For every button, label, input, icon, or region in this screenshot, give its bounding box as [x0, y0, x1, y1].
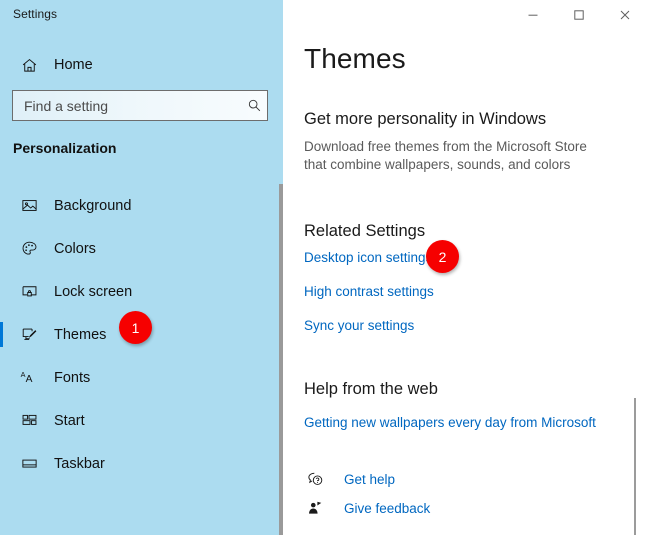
- minimize-icon[interactable]: [510, 0, 556, 30]
- sidebar-category-title: Personalization: [13, 140, 117, 156]
- selection-indicator: [0, 451, 3, 476]
- sidebar-item-colors-label: Colors: [54, 240, 96, 257]
- callout-badge-1: 1: [119, 311, 152, 344]
- search-icon[interactable]: [241, 98, 267, 113]
- selection-indicator: [0, 193, 3, 218]
- related-settings-heading: Related Settings: [304, 222, 426, 240]
- svg-text:A: A: [25, 374, 32, 385]
- sidebar-item-taskbar-label: Taskbar: [54, 455, 105, 472]
- page-title: Themes: [304, 43, 406, 74]
- main-content: Themes Get more personality in Windows D…: [283, 0, 648, 535]
- selection-indicator: [0, 408, 3, 433]
- desktop-icon-settings-link[interactable]: Desktop icon settings: [304, 250, 432, 265]
- getting-new-wallpapers-link[interactable]: Getting new wallpapers every day from Mi…: [304, 415, 596, 430]
- app-title: Settings: [13, 7, 58, 21]
- taskbar-icon: [16, 455, 42, 472]
- picture-icon: [16, 197, 42, 214]
- sidebar: Settings Home Personalization: [0, 0, 279, 535]
- personality-heading: Get more personality in Windows: [304, 110, 547, 128]
- get-help-link[interactable]: Get help: [344, 472, 395, 487]
- search-input[interactable]: [24, 97, 241, 114]
- selection-indicator: [0, 365, 3, 390]
- sidebar-item-fonts-label: Fonts: [54, 369, 91, 386]
- give-feedback-link[interactable]: Give feedback: [344, 501, 430, 516]
- callout-badge-2: 2: [426, 240, 459, 273]
- themes-brush-icon: [16, 326, 42, 343]
- settings-window: Settings Home Personalization: [0, 0, 648, 535]
- sidebar-item-taskbar[interactable]: Taskbar: [0, 442, 279, 485]
- search-box[interactable]: [12, 90, 268, 121]
- window-controls: [510, 0, 648, 30]
- close-icon[interactable]: [602, 0, 648, 30]
- content-scrollbar[interactable]: [634, 398, 636, 535]
- feedback-person-icon: [304, 500, 326, 516]
- maximize-icon[interactable]: [556, 0, 602, 30]
- home-icon: [16, 57, 42, 74]
- selection-indicator: [0, 279, 3, 304]
- fonts-aa-icon: A A: [16, 369, 42, 386]
- sidebar-item-start-label: Start: [54, 412, 85, 429]
- sidebar-item-home[interactable]: Home: [0, 50, 279, 80]
- palette-icon: [16, 240, 42, 257]
- help-from-web-heading: Help from the web: [304, 380, 438, 398]
- lock-screen-icon: [16, 283, 42, 300]
- sidebar-item-background[interactable]: Background: [0, 184, 279, 227]
- high-contrast-settings-link[interactable]: High contrast settings: [304, 284, 434, 299]
- sync-your-settings-link[interactable]: Sync your settings: [304, 318, 414, 333]
- sidebar-item-background-label: Background: [54, 197, 132, 214]
- sidebar-item-lock-screen-label: Lock screen: [54, 283, 133, 300]
- help-question-bubble-icon: [304, 471, 326, 487]
- sidebar-item-themes-label: Themes: [54, 326, 107, 343]
- personality-body: Download free themes from the Microsoft …: [304, 139, 587, 172]
- selection-indicator: [0, 322, 3, 347]
- selection-indicator: [0, 236, 3, 261]
- sidebar-item-colors[interactable]: Colors: [0, 227, 279, 270]
- give-feedback-row[interactable]: Give feedback: [304, 500, 430, 516]
- sidebar-item-fonts[interactable]: A A Fonts: [0, 356, 279, 399]
- get-help-row[interactable]: Get help: [304, 471, 395, 487]
- sidebar-item-start[interactable]: Start: [0, 399, 279, 442]
- sidebar-item-home-label: Home: [54, 57, 93, 73]
- sidebar-item-lock-screen[interactable]: Lock screen: [0, 270, 279, 313]
- start-tiles-icon: [16, 412, 42, 429]
